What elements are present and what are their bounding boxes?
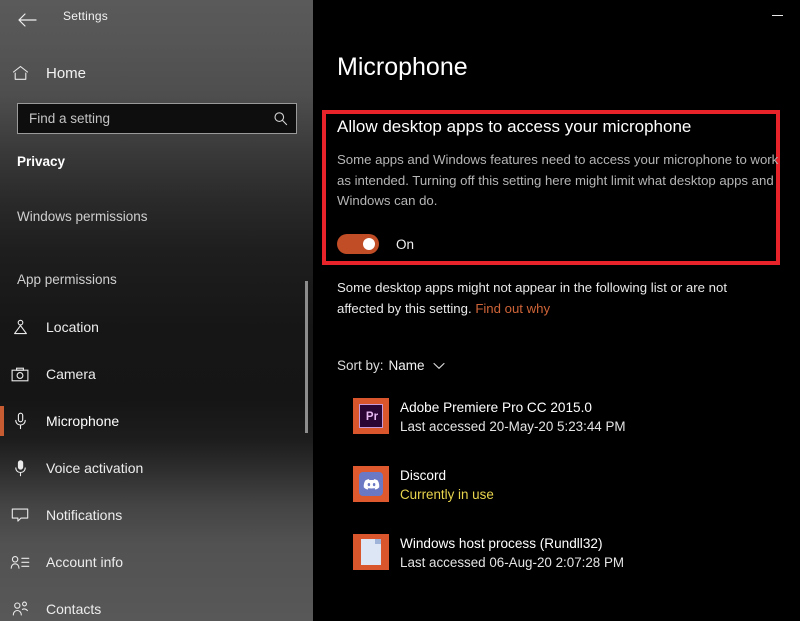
search-icon[interactable] [273,111,288,126]
sidebar-item-account-info-label: Account info [46,554,124,570]
app-text: Windows host process (Rundll32) Last acc… [400,534,624,573]
sidebar: Settings Home Privacy Windows permission… [0,0,313,621]
sidebar-item-location-label: Location [46,319,99,335]
sidebar-item-camera[interactable]: Camera [0,355,313,393]
home-icon [0,65,40,81]
microphone-access-toggle-row[interactable]: On [337,234,414,254]
app-list: Pr Adobe Premiere Pro CC 2015.0 Last acc… [353,398,793,602]
premiere-pro-icon: Pr [353,398,389,434]
microphone-icon [0,412,40,430]
sidebar-item-microphone-label: Microphone [46,413,120,429]
selected-indicator [0,406,4,436]
discord-icon-inner [359,472,383,496]
toggle-knob [363,238,375,250]
app-title: Settings [63,9,108,23]
title-bar: Settings [0,0,313,40]
sort-by-value: Name [388,358,425,373]
contacts-icon [0,601,40,617]
sidebar-item-home-label: Home [46,64,87,82]
sort-by-control[interactable]: Sort by: Name [337,358,445,373]
toggle-state-label: On [396,236,415,252]
sidebar-scrollbar-thumb[interactable] [305,281,308,433]
app-status: Last accessed 06-Aug-20 2:07:28 PM [400,555,625,570]
app-status: Last accessed 20-May-20 5:23:44 PM [400,419,626,434]
sidebar-item-voice-activation-label: Voice activation [46,460,144,476]
list-item[interactable]: Windows host process (Rundll32) Last acc… [353,534,793,602]
app-name: Discord [400,468,447,483]
sidebar-item-contacts-label: Contacts [46,601,102,617]
allow-desktop-apps-heading: Allow desktop apps to access your microp… [337,117,692,136]
minimize-icon[interactable] [754,0,800,30]
chevron-down-icon[interactable] [432,362,445,370]
page-title: Microphone [337,53,468,81]
sidebar-item-camera-label: Camera [46,366,96,382]
premiere-pro-icon-glyph: Pr [365,410,379,423]
desktop-apps-note: Some desktop apps might not appear in th… [337,278,777,319]
location-pin-icon [0,319,40,336]
premiere-pro-icon-inner: Pr [359,404,383,428]
sidebar-item-notifications[interactable]: Notifications [0,496,313,534]
search-input[interactable] [29,111,273,126]
sidebar-section-windows-permissions: Windows permissions [17,209,148,224]
settings-window: Settings Home Privacy Windows permission… [0,0,800,621]
app-text: Discord Currently in use [400,466,494,505]
sidebar-item-voice-activation[interactable]: Voice activation [0,449,313,487]
sidebar-item-account-info[interactable]: Account info [0,543,313,581]
sidebar-item-location[interactable]: Location [0,308,313,346]
voice-activation-icon [0,459,40,477]
sidebar-category-privacy: Privacy [17,154,66,169]
search-box[interactable] [17,103,297,134]
document-icon-fold [375,539,381,545]
app-text: Adobe Premiere Pro CC 2015.0 Last access… [400,398,626,437]
document-icon [353,534,389,570]
list-item[interactable]: Pr Adobe Premiere Pro CC 2015.0 Last acc… [353,398,793,466]
account-info-icon [0,555,40,570]
notification-bubble-icon [0,507,40,523]
allow-desktop-apps-description: Some apps and Windows features need to a… [337,152,779,208]
discord-icon [353,466,389,502]
app-status: Currently in use [400,487,494,502]
minimize-bar [771,14,783,16]
find-out-why-link[interactable]: Find out why [475,301,550,316]
sort-by-label: Sort by: [337,358,384,373]
list-item[interactable]: Discord Currently in use [353,466,793,534]
sidebar-item-notifications-label: Notifications [46,507,123,523]
sidebar-section-app-permissions: App permissions [17,272,117,287]
app-name: Adobe Premiere Pro CC 2015.0 [400,400,592,415]
main-content: Microphone Allow desktop apps to access … [313,0,800,621]
app-name: Windows host process (Rundll32) [400,536,603,551]
camera-icon [0,367,40,382]
sidebar-item-home[interactable]: Home [0,58,313,88]
back-arrow-icon[interactable] [12,6,42,34]
microphone-access-toggle[interactable] [337,234,379,254]
sidebar-item-microphone[interactable]: Microphone [0,402,313,440]
sidebar-item-contacts[interactable]: Contacts [0,590,313,621]
